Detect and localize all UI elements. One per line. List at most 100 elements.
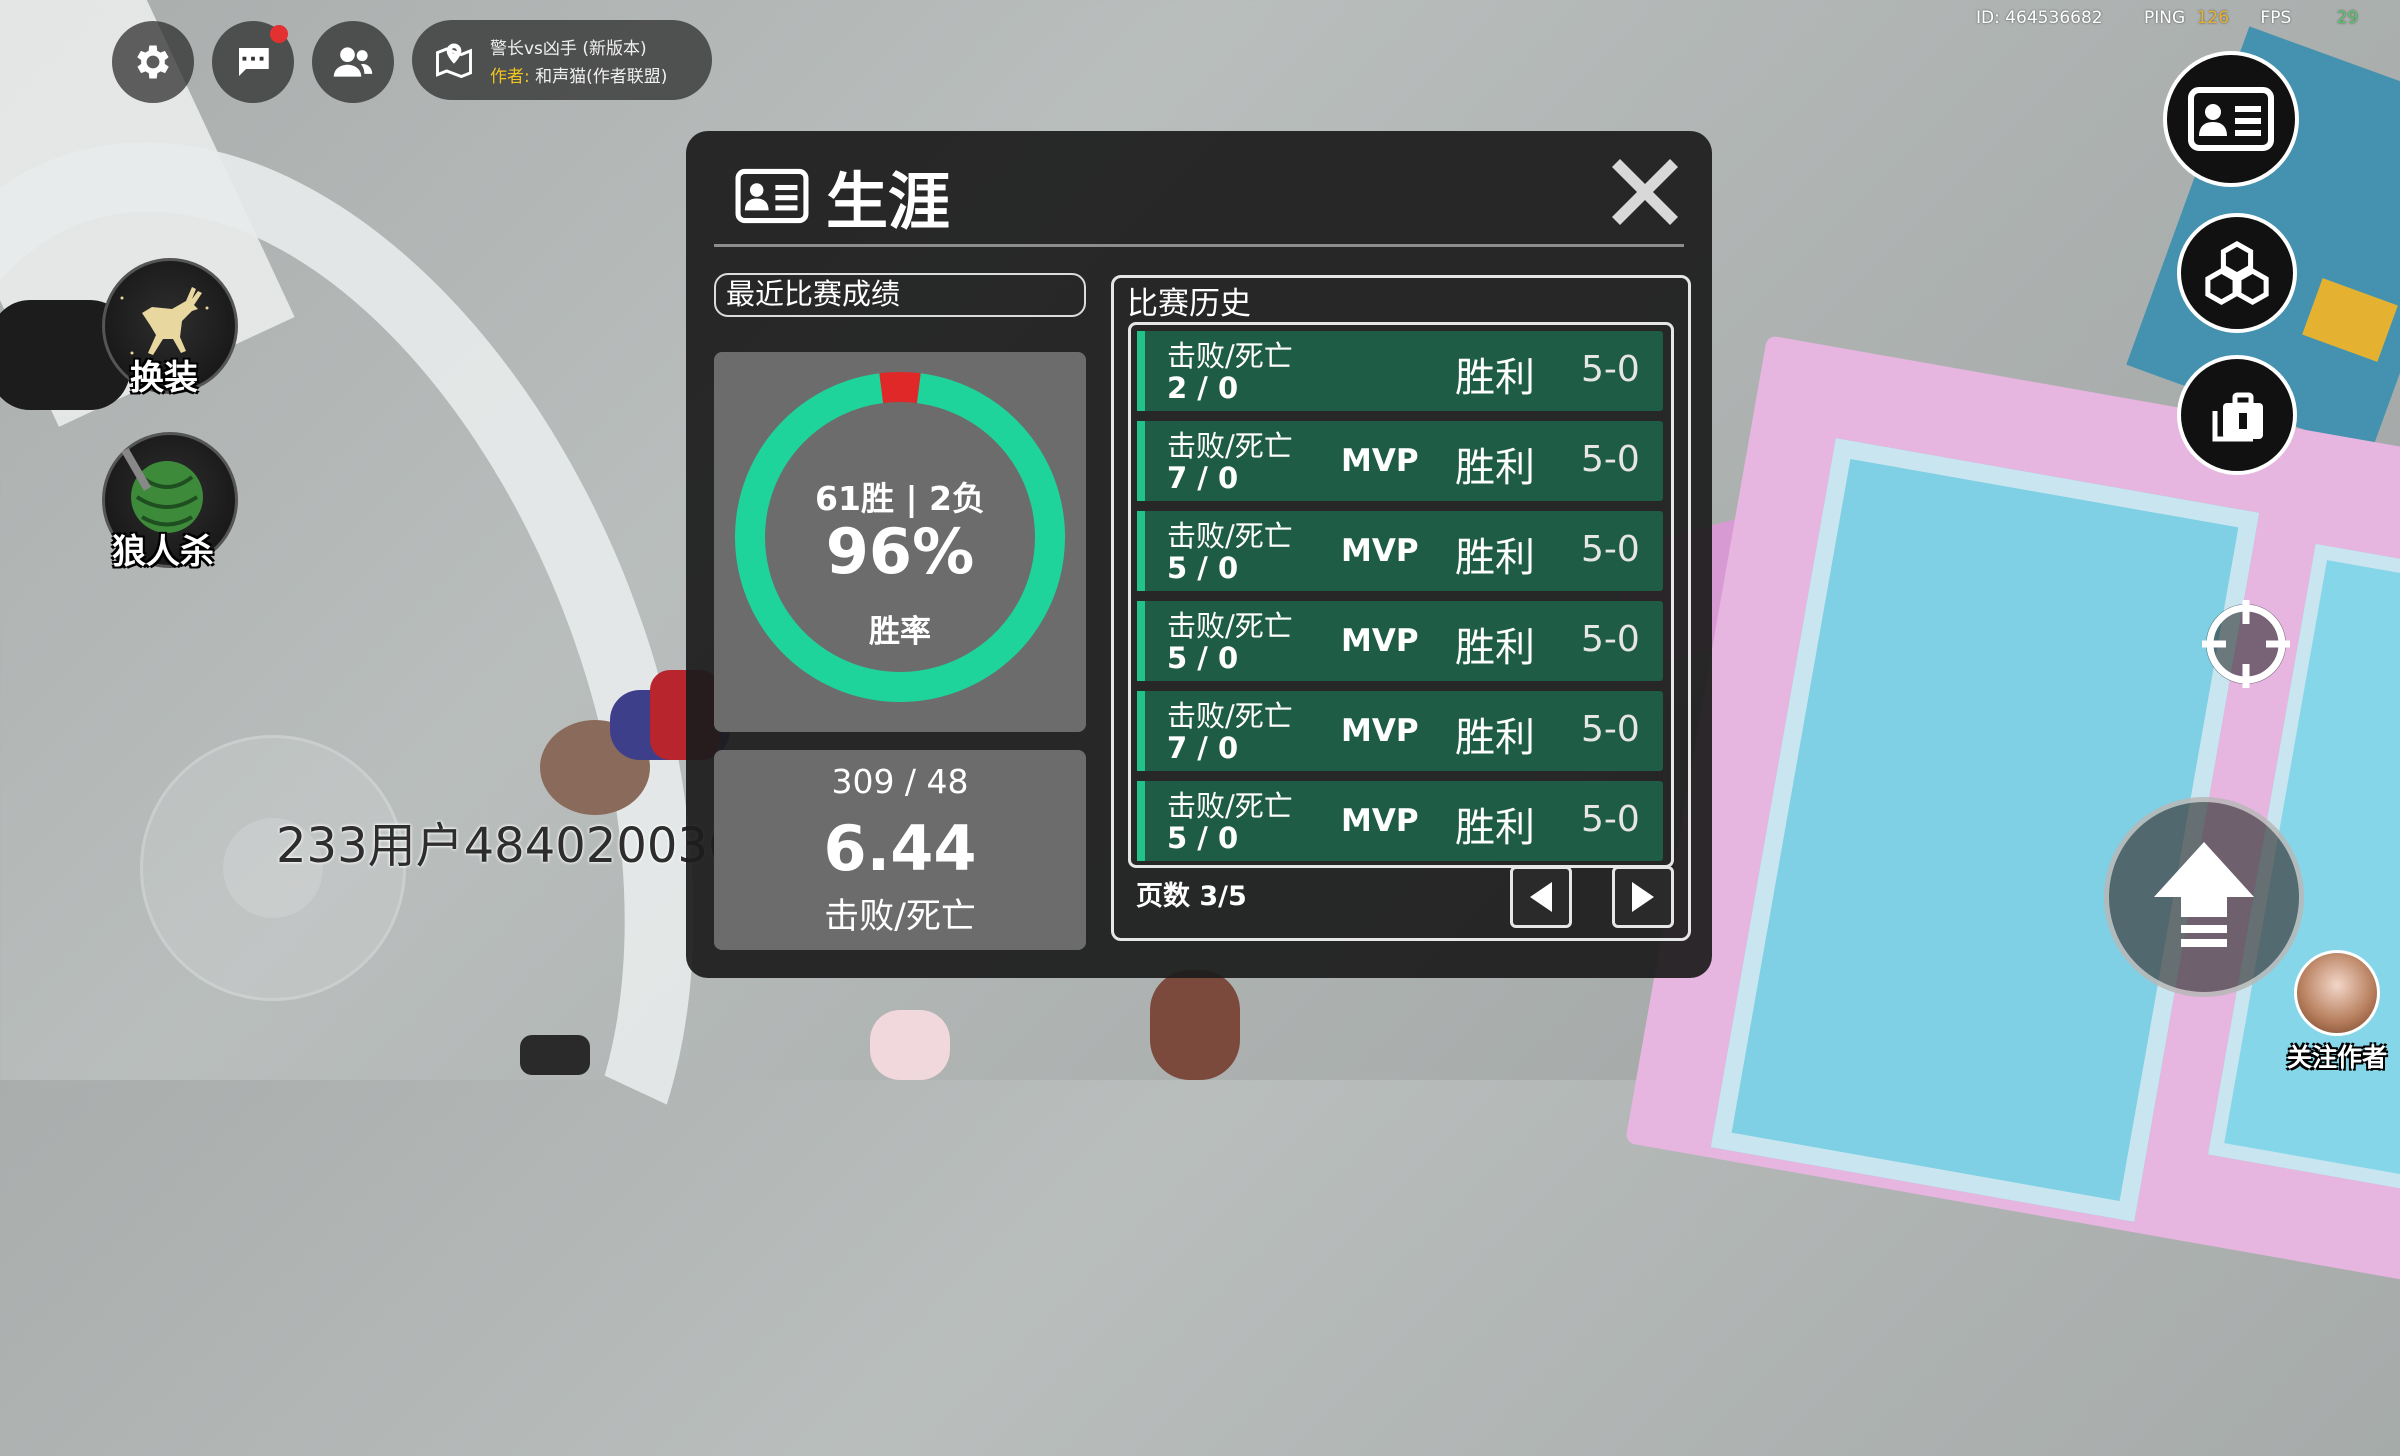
row-accent [1137,331,1145,411]
next-page-button[interactable] [1612,866,1674,928]
recent-results-label: 最近比赛成绩 [714,273,1086,317]
match-mvp: MVP [1341,443,1419,479]
match-row[interactable]: 击败/死亡 7 / 0 MVP 胜利 5-0 [1137,691,1663,771]
kd-ratio: 6.44 [823,812,977,885]
chat-notification-dot [270,25,288,43]
settings-button[interactable] [112,21,194,103]
triangle-left-icon [1530,882,1552,912]
close-button[interactable] [1610,157,1680,227]
match-row[interactable]: 击败/死亡 5 / 0 MVP 胜利 5-0 [1137,511,1663,591]
match-mvp: MVP [1341,713,1419,749]
match-score: 5-0 [1581,439,1640,480]
kd-label: 击败/死亡 [824,897,976,937]
match-kd-label: 击败/死亡 [1167,519,1293,553]
scene-character-4 [520,1035,590,1075]
career-modal: 生涯 最近比赛成绩 61胜 | 2负 96% 胜率 309 / 48 6.44 … [686,131,1712,978]
friends-icon [333,47,373,77]
match-history-title: 比赛历史 [1127,286,1251,322]
match-score: 5-0 [1581,529,1640,570]
kd-panel: 309 / 48 6.44 击败/死亡 [714,750,1086,950]
id-card-icon [2188,87,2274,151]
scene-character-2 [1150,970,1240,1080]
match-kd-value: 7 / 0 [1167,731,1239,765]
row-accent [1137,781,1145,861]
prev-page-button[interactable] [1510,866,1572,928]
match-result: 胜利 [1455,805,1535,851]
author-label: 作者: [490,67,530,87]
match-kd-value: 5 / 0 [1167,821,1239,855]
match-result: 胜利 [1455,715,1535,761]
win-rate-label: 胜率 [869,614,931,650]
wins-losses: 61胜 | 2负 [815,479,985,518]
win-rate-value: 96% [825,515,975,588]
match-score: 5-0 [1581,349,1640,390]
chat-button[interactable] [212,21,294,103]
author-name: 和声猫(作者联盟) [535,67,668,87]
row-accent [1137,511,1145,591]
match-row[interactable]: 击败/死亡 5 / 0 MVP 胜利 5-0 [1137,601,1663,681]
player-id: ID: 464536682 [1976,8,2103,28]
triangle-right-icon [1632,882,1654,912]
up-arrow-icon [2154,842,2254,947]
hexagon-menu-button[interactable] [2177,213,2297,333]
map-info-panel[interactable]: 警长vs凶手 (新版本) 作者: 和声猫(作者联盟) [412,20,712,100]
scene-character-3 [870,1010,950,1080]
player-name: 233用户484020036 [276,818,739,874]
match-score: 5-0 [1581,709,1640,750]
match-result: 胜利 [1455,535,1535,581]
career-header: 生涯 [734,151,950,241]
close-icon [1612,159,1678,225]
network-stats: ID: 464536682 PING 126 FPS 29 [1976,8,2364,28]
row-accent [1137,691,1145,771]
match-result: 胜利 [1455,445,1535,491]
career-title: 生涯 [826,165,951,238]
header-divider [714,244,1684,247]
match-result: 胜利 [1455,625,1535,671]
crosshair-icon [2202,600,2290,688]
friends-button[interactable] [312,21,394,103]
match-kd-value: 2 / 0 [1167,371,1239,405]
profile-button[interactable] [2163,51,2299,187]
match-mvp: MVP [1341,803,1419,839]
row-accent [1137,421,1145,501]
outfit-label: 换装 [130,358,198,398]
row-accent [1137,601,1145,681]
match-kd-value: 5 / 0 [1167,551,1239,585]
werewolf-label: 狼人杀 [112,532,214,572]
map-author: 作者: 和声猫(作者联盟) [490,62,667,87]
match-kd-label: 击败/死亡 [1167,339,1293,373]
chat-icon [237,48,269,76]
hexagon-cluster-icon [2205,240,2269,306]
match-score: 5-0 [1581,619,1640,660]
match-row[interactable]: 击败/死亡 5 / 0 MVP 胜利 5-0 [1137,781,1663,861]
match-kd-label: 击败/死亡 [1167,429,1293,463]
map-pin-icon [436,43,472,79]
match-history-list[interactable]: 击败/死亡 2 / 0 胜利 5-0 击败/死亡 7 / 0 MVP 胜利 5-… [1128,322,1674,868]
match-kd-label: 击败/死亡 [1167,699,1293,733]
gear-icon [137,45,169,79]
match-result: 胜利 [1455,355,1535,401]
ping-label: PING [2144,8,2186,28]
jump-button[interactable] [2104,797,2304,997]
match-kd-value: 7 / 0 [1167,461,1239,495]
match-kd-label: 击败/死亡 [1167,609,1293,643]
match-mvp: MVP [1341,533,1419,569]
page-indicator: 页数 3/5 [1136,881,1247,912]
fps-label: FPS [2260,8,2292,28]
id-card-icon [735,168,809,224]
author-avatar [2294,950,2380,1036]
match-row[interactable]: 击败/死亡 2 / 0 胜利 5-0 [1137,331,1663,411]
ping-value: 126 [2196,8,2230,28]
fps-value: 29 [2336,8,2359,28]
backpack-icon [2212,392,2263,442]
map-title: 警长vs凶手 (新版本) [490,39,647,59]
match-history-panel: 比赛历史 击败/死亡 2 / 0 胜利 5-0 击败/死亡 7 / 0 MVP … [1111,275,1691,941]
follow-author-button[interactable]: 关注作者 [2282,950,2392,1074]
follow-author-label: 关注作者 [2286,1043,2387,1072]
kills-deaths-total: 309 / 48 [831,762,969,801]
backpack-button[interactable] [2177,355,2297,475]
match-mvp: MVP [1341,623,1419,659]
match-kd-label: 击败/死亡 [1167,789,1293,823]
aim-button[interactable] [2196,594,2296,694]
match-row[interactable]: 击败/死亡 7 / 0 MVP 胜利 5-0 [1137,421,1663,501]
